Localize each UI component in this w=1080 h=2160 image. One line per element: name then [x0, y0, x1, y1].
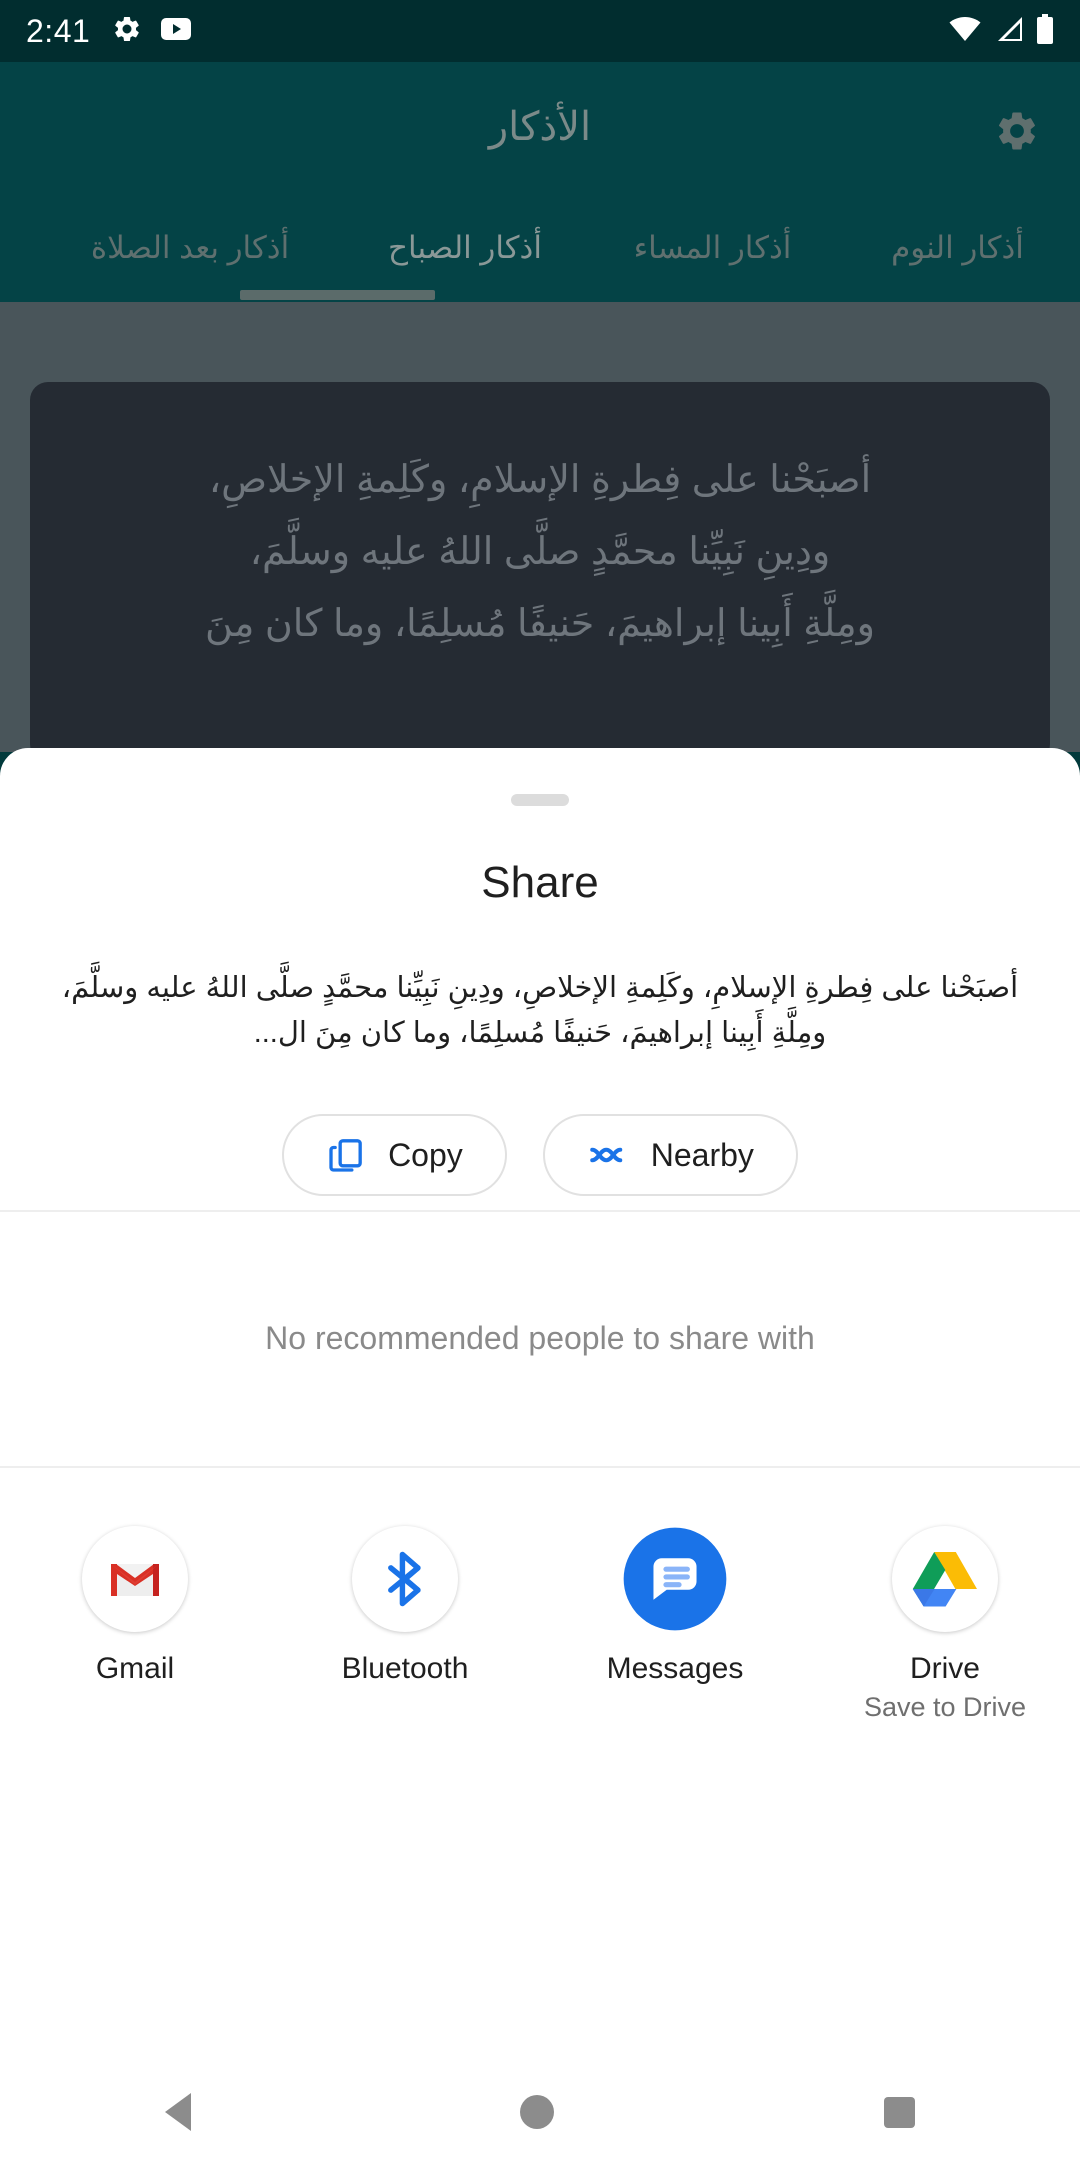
tab-adhkar-alsabah[interactable]: أذكار الصباح [340, 194, 590, 302]
share-target-drive[interactable]: Drive Save to Drive [810, 1526, 1080, 1723]
share-target-bluetooth[interactable]: Bluetooth [270, 1526, 540, 1723]
tab-label: أذكار النوم [891, 230, 1024, 265]
share-target-messages[interactable]: Messages [540, 1526, 810, 1723]
sheet-drag-handle[interactable] [511, 794, 569, 806]
dhikr-line: ودِينِ نَبِيِّنا محمَّدٍ صلَّى اللهُ علي… [249, 531, 831, 574]
app-bar: الأذكار [0, 62, 1080, 194]
nearby-share-icon [587, 1134, 629, 1176]
tab-bar[interactable]: أذكار النوم أذكار المساء أذكار الصباح أذ… [0, 194, 1080, 302]
share-target-gmail[interactable]: Gmail [0, 1526, 270, 1723]
settings-gear-icon[interactable] [994, 108, 1040, 159]
share-preview-text: أصبَحْنا على فِطرةِ الإسلامِ، وكَلِمةِ ا… [61, 972, 1019, 1049]
tab-label: أذكار الصباح [388, 230, 542, 265]
messages-icon [622, 1526, 728, 1632]
dhikr-line: ومِلَّةِ أَبِينا إبراهيمَ، حَنيفًا مُسلِ… [205, 603, 875, 646]
tab-adhkar-almasa[interactable]: أذكار المساء [590, 194, 835, 302]
nearby-share-button-label: Nearby [650, 1136, 754, 1173]
share-sheet-title: Share [481, 858, 599, 907]
google-drive-icon [892, 1526, 998, 1632]
nearby-share-button[interactable]: Nearby [542, 1114, 798, 1196]
wifi-icon [948, 15, 982, 48]
tab-selected-indicator [240, 290, 435, 300]
dhikr-line: أصبَحْنا على فِطرةِ الإسلامِ، وكَلِمةِ ا… [208, 459, 872, 501]
share-bottom-sheet: Share أصبَحْنا على فِطرةِ الإسلامِ، وكَل… [0, 748, 1080, 2070]
dhikr-card[interactable]: أصبَحْنا على فِطرةِ الإسلامِ، وكَلِمةِ ا… [30, 382, 1050, 762]
tab-adhkar-alnawm[interactable]: أذكار النوم [835, 194, 1080, 302]
screen: 2:41 الأذكار أذكار النوم أذكار المساء أذ… [0, 0, 1080, 2160]
tab-label: أذكار بعد الصلاة [90, 230, 290, 265]
share-target-apps-row: Gmail Bluetooth Messages Drive Save to D… [0, 1526, 1080, 1723]
share-target-label: Gmail [95, 1652, 175, 1685]
bluetooth-icon [352, 1526, 458, 1632]
sheet-divider-bottom [0, 1466, 1080, 1468]
share-target-label: Messages [606, 1652, 744, 1685]
sheet-divider-top [0, 1210, 1080, 1212]
tab-label: أذكار المساء [633, 230, 792, 265]
youtube-icon [160, 17, 192, 46]
status-bar-clock: 2:41 [26, 12, 91, 49]
no-recommended-people-text: No recommended people to share with [265, 1320, 815, 1356]
home-icon[interactable] [520, 2095, 555, 2129]
back-icon[interactable] [164, 2093, 191, 2131]
share-action-row: Copy Nearby [0, 1114, 1080, 1196]
status-bar-notification-icons [112, 14, 192, 49]
dhikr-text: أصبَحْنا على فِطرةِ الإسلامِ، وكَلِمةِ ا… [30, 444, 1050, 661]
copy-icon [326, 1135, 366, 1175]
page-title: الأذكار [488, 105, 592, 149]
copy-button-label: Copy [388, 1136, 463, 1173]
gmail-icon [82, 1526, 188, 1632]
share-target-label: Drive [909, 1652, 980, 1685]
recents-icon[interactable] [884, 2096, 916, 2128]
tab-adhkar-bad-alsalah[interactable]: أذكار بعد الصلاة [40, 194, 340, 302]
share-target-label: Bluetooth [341, 1652, 469, 1685]
copy-button[interactable]: Copy [282, 1114, 507, 1196]
cellular-signal-icon [994, 15, 1024, 48]
battery-icon [1036, 13, 1054, 49]
status-bar: 2:41 [0, 0, 1080, 62]
status-bar-system-icons [948, 13, 1054, 49]
gear-icon [112, 14, 142, 49]
system-navigation-bar [0, 2064, 1080, 2160]
share-target-sublabel: Save to Drive [863, 1692, 1027, 1722]
